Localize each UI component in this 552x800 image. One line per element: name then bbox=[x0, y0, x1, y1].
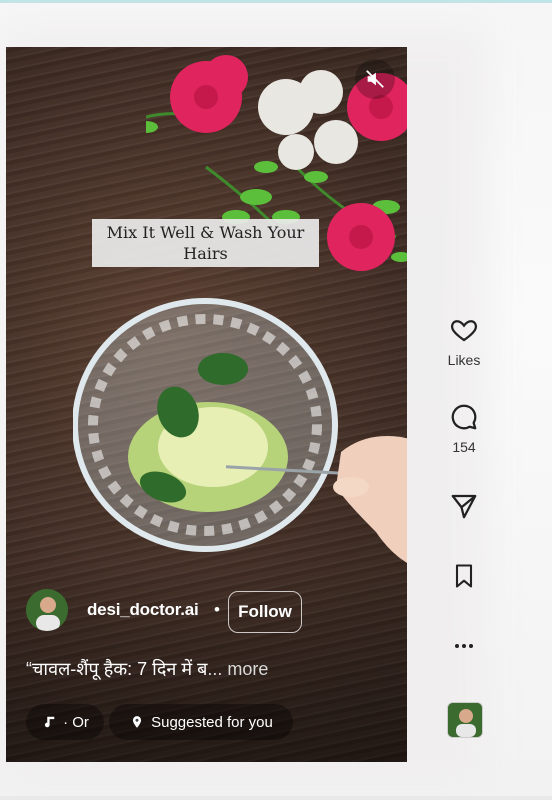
bottom-border bbox=[0, 796, 552, 800]
reel-video[interactable]: Mix It Well & Wash Your Hairs desi_docto… bbox=[6, 47, 407, 762]
creator-avatar[interactable] bbox=[26, 589, 68, 631]
hand-with-spoon bbox=[226, 436, 407, 564]
audio-thumbnail[interactable] bbox=[447, 702, 483, 738]
muted-speaker-icon bbox=[359, 63, 391, 95]
audio-label: · Or bbox=[63, 713, 89, 731]
location-pin-icon bbox=[129, 714, 145, 730]
suggested-label: Suggested for you bbox=[151, 713, 273, 731]
follow-button[interactable]: Follow bbox=[228, 591, 302, 633]
video-text-overlay: Mix It Well & Wash Your Hairs bbox=[92, 219, 319, 267]
caption-more-link[interactable]: ... more bbox=[207, 659, 268, 679]
bookmark-icon[interactable] bbox=[448, 560, 480, 592]
comment-icon[interactable] bbox=[448, 401, 480, 433]
comments-count: 154 bbox=[452, 439, 476, 455]
send-icon[interactable] bbox=[448, 490, 480, 522]
creator-username[interactable]: desi_doctor.ai bbox=[87, 600, 199, 620]
separator-dot: • bbox=[214, 600, 220, 619]
mute-button[interactable] bbox=[355, 59, 395, 99]
music-note-icon bbox=[41, 714, 57, 730]
share-action[interactable] bbox=[441, 490, 487, 522]
save-action[interactable] bbox=[441, 560, 487, 592]
more-dots-icon[interactable] bbox=[448, 630, 480, 662]
heart-icon[interactable] bbox=[448, 314, 480, 346]
comment-action[interactable]: 154 bbox=[441, 401, 487, 455]
audio-pill[interactable]: · Or bbox=[26, 704, 104, 740]
reel-caption[interactable]: “चावल-शैंपू हैक: 7 दिन में ब... more bbox=[26, 657, 268, 681]
more-action[interactable] bbox=[441, 630, 487, 662]
likes-label: Likes bbox=[447, 352, 481, 368]
caption-text: “चावल-शैंपू हैक: 7 दिन में ब bbox=[26, 659, 208, 679]
suggested-pill[interactable]: Suggested for you bbox=[109, 704, 293, 740]
like-action[interactable]: Likes bbox=[441, 314, 487, 368]
